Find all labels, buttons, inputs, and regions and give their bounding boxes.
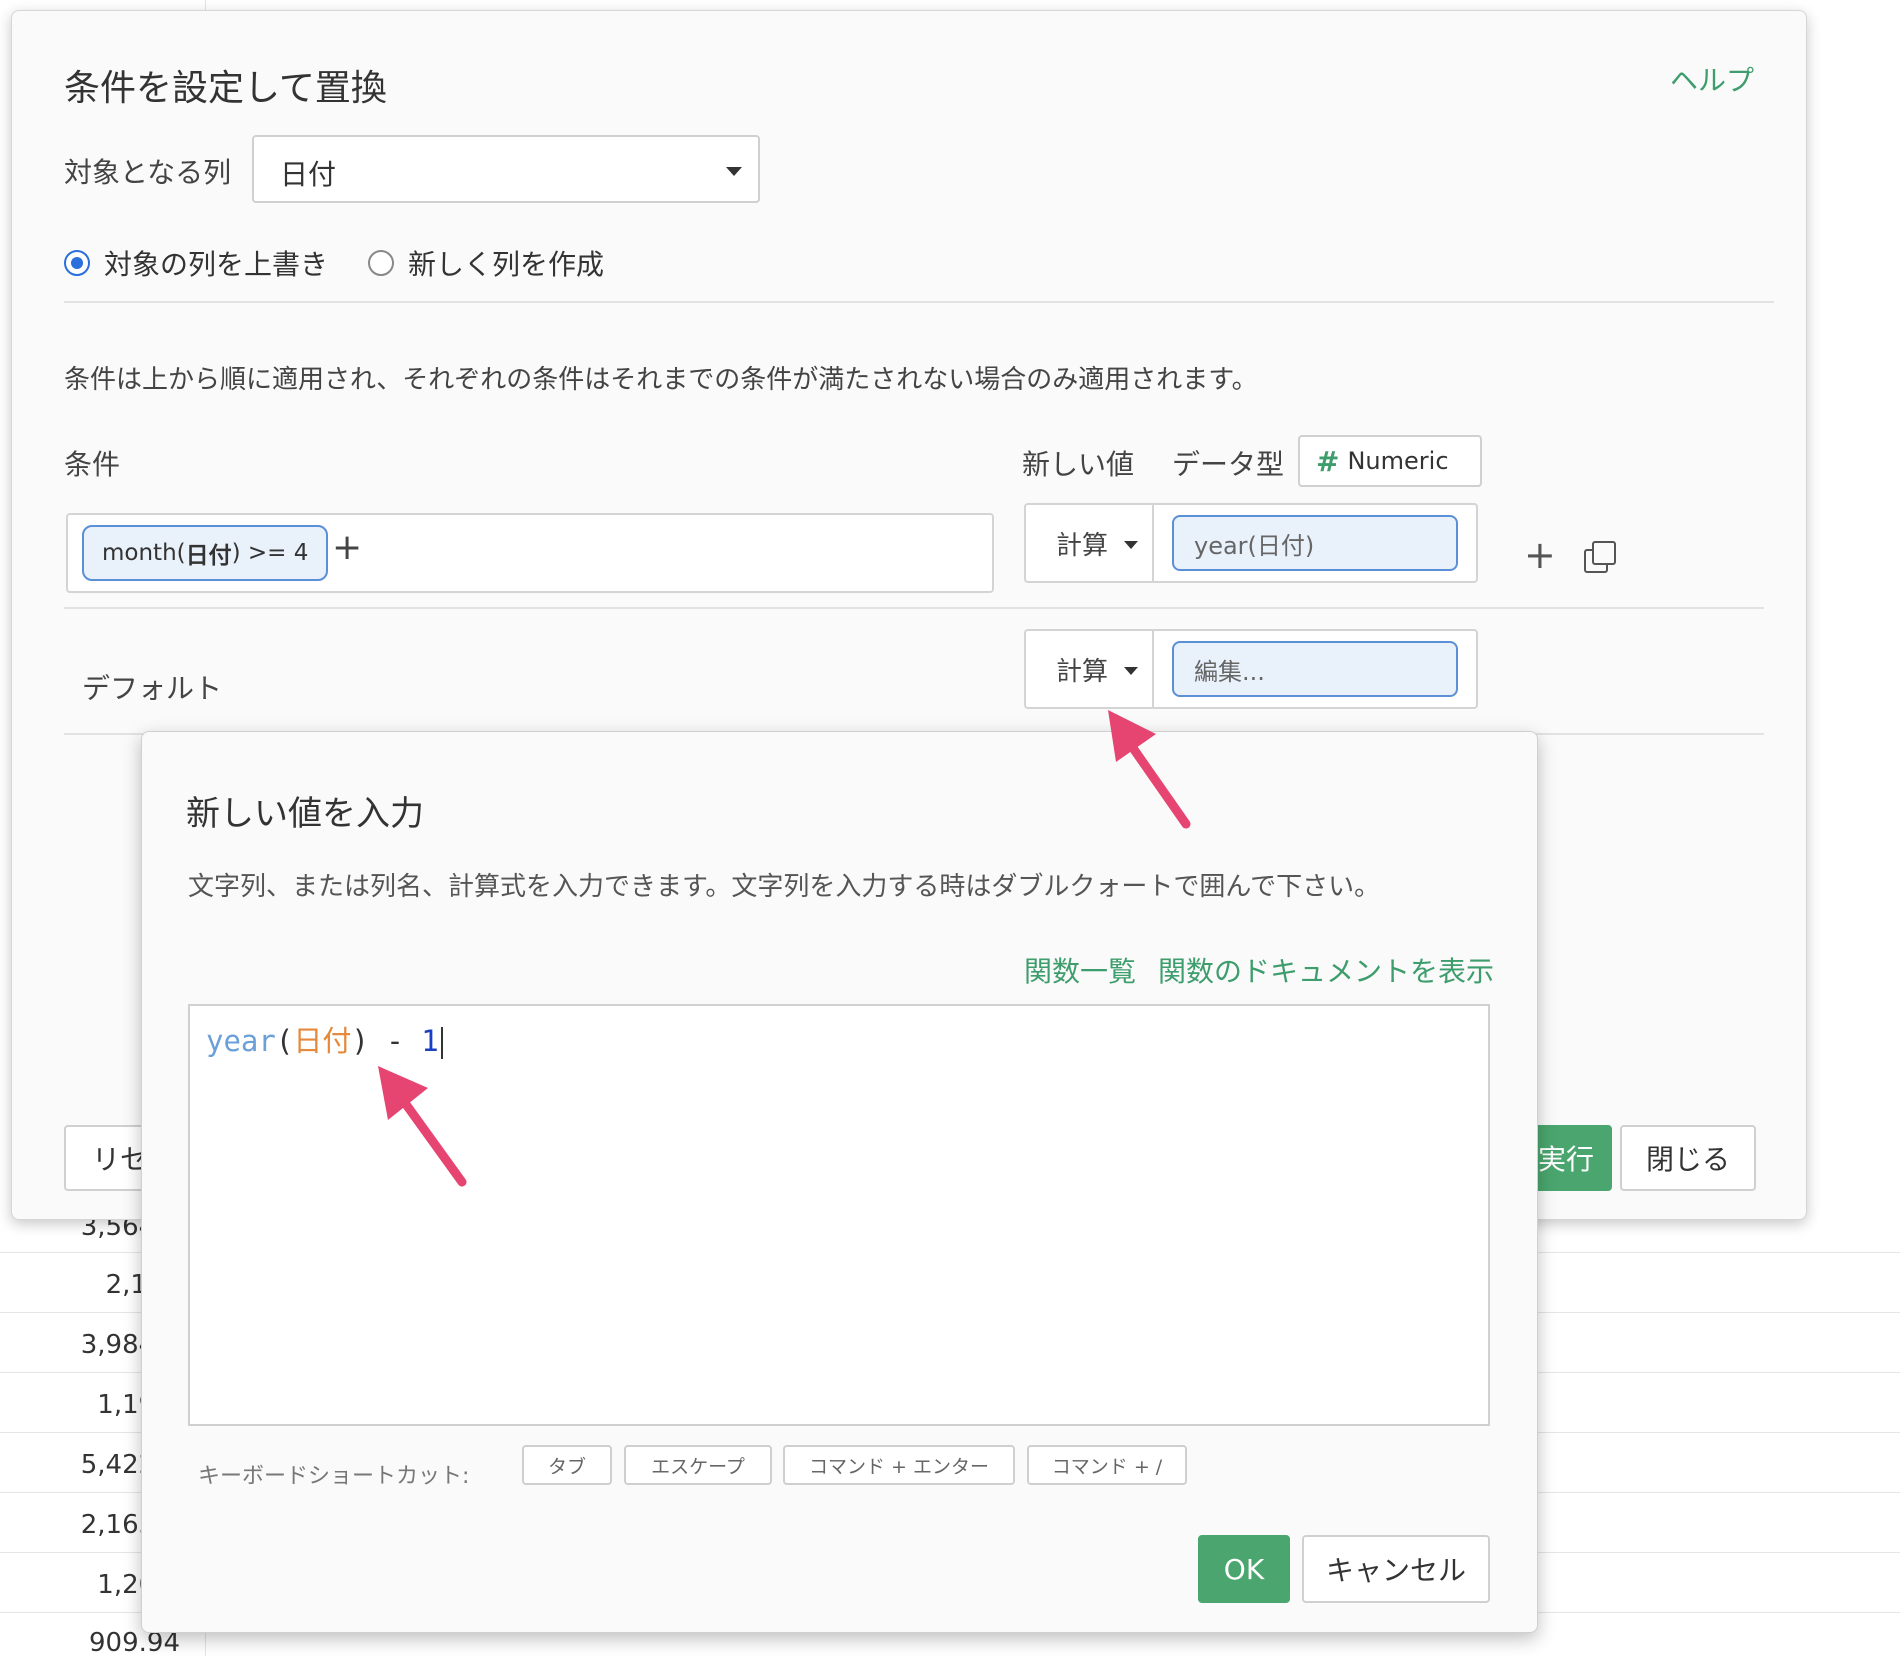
condition-label: 条件 bbox=[64, 448, 121, 481]
shortcut-cmd-slash: コマンド + / bbox=[1027, 1445, 1187, 1485]
shortcut-label: キーボードショートカット: bbox=[198, 1464, 470, 1489]
condition-tag-suffix: ) >= 4 bbox=[231, 540, 309, 566]
help-link[interactable]: ヘルプ bbox=[1670, 59, 1754, 99]
code-number: 1 bbox=[421, 1024, 439, 1058]
condition-value-input[interactable]: year(日付) bbox=[1172, 515, 1458, 571]
shortcut-tab: タブ bbox=[522, 1445, 612, 1485]
code-operator: - bbox=[368, 1024, 422, 1058]
target-column-select[interactable]: 日付 bbox=[252, 135, 760, 203]
dialog-title: 条件を設定して置換 bbox=[64, 68, 387, 109]
default-value-input[interactable]: 編集... bbox=[1172, 641, 1458, 697]
function-list-link[interactable]: 関数一覧 bbox=[1024, 950, 1136, 990]
code-column: 日付 bbox=[293, 1024, 352, 1058]
code-paren-close: ) bbox=[351, 1024, 369, 1058]
add-condition-plus-icon[interactable]: + bbox=[332, 527, 362, 568]
target-column-value: 日付 bbox=[280, 158, 337, 191]
new-value-dialog: 新しい値を入力 文字列、または列名、計算式を入力できます。文字列を入力する時はダ… bbox=[141, 731, 1538, 1633]
radio-new-column-indicator[interactable] bbox=[368, 250, 395, 276]
condition-value-group: 計算 year(日付) bbox=[1024, 503, 1478, 583]
copy-icon[interactable] bbox=[1584, 541, 1616, 573]
expression-editor[interactable]: year(日付) - 1 bbox=[188, 1004, 1490, 1426]
radio-overwrite-indicator[interactable] bbox=[64, 250, 90, 276]
output-mode-radio-group: 対象の列を上書き 新しく列を作成 bbox=[64, 243, 644, 283]
condition-editor[interactable]: month(日付) >= 4 + bbox=[66, 513, 994, 593]
divider bbox=[64, 301, 1774, 303]
close-button[interactable]: 閉じる bbox=[1620, 1125, 1756, 1191]
radio-overwrite-label: 対象の列を上書き bbox=[104, 248, 329, 281]
function-docs-link[interactable]: 関数のドキュメントを表示 bbox=[1158, 950, 1494, 990]
divider bbox=[64, 607, 1764, 609]
data-type-value: Numeric bbox=[1347, 447, 1449, 475]
chevron-down-icon bbox=[1124, 667, 1138, 675]
default-label: デフォルト bbox=[82, 672, 223, 705]
default-value-group: 計算 編集... bbox=[1024, 629, 1478, 709]
dialog-title: 新しい値を入力 bbox=[186, 794, 424, 834]
default-calc-mode-dropdown[interactable]: 計算 bbox=[1026, 631, 1154, 707]
condition-tag-column: 日付 bbox=[185, 543, 232, 569]
shortcut-escape: エスケープ bbox=[624, 1445, 772, 1485]
target-column-label: 対象となる列 bbox=[64, 156, 232, 189]
condition-tag[interactable]: month(日付) >= 4 bbox=[82, 525, 329, 581]
dialog-description: 文字列、または列名、計算式を入力できます。文字列を入力する時はダブルクォートで囲… bbox=[188, 872, 1381, 902]
calc-mode-label: 計算 bbox=[1056, 530, 1109, 561]
chevron-down-icon bbox=[726, 167, 742, 176]
condition-tag-prefix: month( bbox=[102, 540, 186, 566]
radio-new-column-label: 新しく列を作成 bbox=[408, 248, 605, 281]
code-paren-open: ( bbox=[275, 1024, 294, 1058]
chevron-down-icon bbox=[1124, 541, 1138, 549]
text-cursor bbox=[440, 1027, 443, 1059]
code-line: year(日付) - 1 bbox=[206, 1018, 443, 1060]
hash-icon: # bbox=[1316, 444, 1340, 478]
calc-mode-dropdown[interactable]: 計算 bbox=[1026, 505, 1154, 581]
cancel-button[interactable]: キャンセル bbox=[1302, 1535, 1490, 1603]
radio-overwrite[interactable]: 対象の列を上書き bbox=[64, 243, 328, 283]
data-type-label: データ型 bbox=[1172, 448, 1285, 481]
data-type-select[interactable]: # Numeric bbox=[1298, 435, 1482, 487]
code-function: year bbox=[206, 1024, 276, 1058]
add-row-plus-icon[interactable]: + bbox=[1524, 533, 1556, 577]
default-calc-mode-label: 計算 bbox=[1056, 656, 1109, 687]
condition-description: 条件は上から順に適用され、それぞれの条件はそれまでの条件が満たされない場合のみ適… bbox=[64, 365, 1258, 395]
shortcut-cmd-enter: コマンド + エンター bbox=[783, 1445, 1015, 1485]
ok-button[interactable]: OK bbox=[1198, 1535, 1290, 1603]
new-value-label: 新しい値 bbox=[1022, 448, 1135, 481]
radio-new-column[interactable]: 新しく列を作成 bbox=[368, 243, 604, 283]
